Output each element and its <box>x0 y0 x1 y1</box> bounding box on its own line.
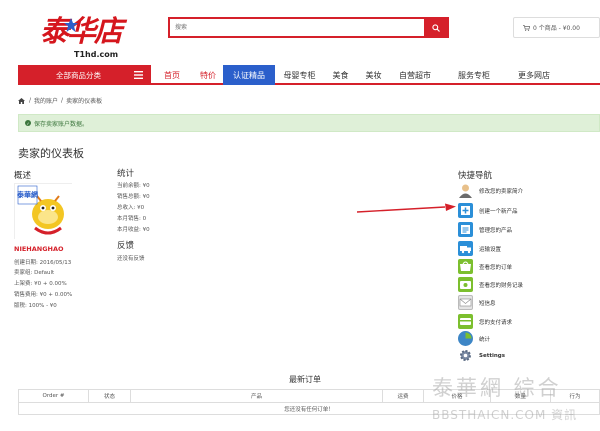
finance-icon <box>458 277 473 292</box>
stat-total-sales: 销售总额: ¥0 <box>117 194 150 200</box>
quick-nav-label: 您的支付请求 <box>479 319 513 326</box>
stat-month-sales: 本月销售: 0 <box>117 216 147 222</box>
payment-icon <box>458 314 473 329</box>
nav-item-mother-baby[interactable]: 母婴专柜 <box>275 65 324 85</box>
settings-icon <box>458 348 473 363</box>
nav-item-home[interactable]: 首页 <box>151 65 193 85</box>
quick-nav-stats[interactable]: 统计 <box>458 331 490 346</box>
check-circle-icon: ✓ <box>25 120 31 126</box>
quick-nav-label: 查看您的订单 <box>479 264 513 271</box>
stats-icon <box>458 331 473 346</box>
quick-nav-manage-products[interactable]: 管理您的产品 <box>458 222 512 237</box>
quick-nav-messages[interactable]: 短信息 <box>458 295 496 310</box>
watermark-cn: 泰華網 綜合 <box>432 376 562 400</box>
all-categories-button[interactable]: 全部商品分类 <box>18 65 151 85</box>
manage-products-icon <box>458 222 473 237</box>
cart-icon <box>523 24 530 31</box>
overview-heading: 概述 <box>14 171 32 181</box>
all-categories-label: 全部商品分类 <box>56 70 101 80</box>
shipping-icon <box>458 241 473 256</box>
search-input[interactable] <box>170 19 426 36</box>
quick-nav-label: Settings <box>479 352 505 359</box>
page-title: 卖家的仪表板 <box>18 147 84 160</box>
col-shipping[interactable]: 运费 <box>383 390 424 402</box>
nav-item-more-shops[interactable]: 更多网店 <box>508 65 560 85</box>
nav-item-supermarket[interactable]: 自营超市 <box>390 65 440 85</box>
pointer-arrow <box>357 203 456 213</box>
stats-heading: 统计 <box>117 169 135 179</box>
seller-name: NIEHANGHAO <box>14 245 64 253</box>
stat-total-income: 总收入: ¥0 <box>117 205 145 211</box>
search-icon <box>431 23 440 32</box>
nav-item-certified[interactable]: 认证精品 <box>223 65 275 85</box>
menu-icon <box>134 71 143 79</box>
col-status[interactable]: 状态 <box>89 390 131 402</box>
info-royalty: 版税: 100% - ¥0 <box>14 303 57 309</box>
quick-nav-finance[interactable]: 查看您的财务记录 <box>458 277 523 292</box>
seller-avatar: 泰華網 <box>14 183 73 240</box>
quick-nav-label: 查看您的财务记录 <box>479 282 524 289</box>
orders-icon <box>458 259 473 274</box>
quick-nav-settings[interactable]: Settings <box>458 348 505 363</box>
quick-nav-seller-profile[interactable]: 修改您的卖家简介 <box>458 183 523 198</box>
new-product-icon <box>458 203 473 218</box>
nav-item-beauty[interactable]: 美妆 <box>357 65 390 85</box>
info-listing-fee: 上架费: ¥0 + 0.00% <box>14 281 67 287</box>
mail-icon <box>458 295 473 310</box>
home-icon[interactable] <box>18 97 25 104</box>
logo-domain: T1hd.com <box>74 50 119 59</box>
site-logo[interactable]: 泰华店 T1hd.com <box>40 14 135 60</box>
quick-nav-label: 创建一个新产品 <box>479 208 518 215</box>
breadcrumb-account[interactable]: 我的账户 <box>34 96 58 105</box>
dragon-mascot-icon: 泰華網 <box>15 184 73 240</box>
nav-item-food[interactable]: 美食 <box>324 65 357 85</box>
info-seller-group: 卖家组: Default <box>14 270 55 276</box>
col-order-number[interactable]: Order # <box>19 390 89 402</box>
cart-button[interactable]: 0 个商品 - ¥0.00 <box>513 17 600 38</box>
info-created: 创建日期: 2016/05/13 <box>14 260 72 266</box>
breadcrumb-dashboard[interactable]: 卖家的仪表板 <box>66 96 102 105</box>
quick-nav-new-product[interactable]: 创建一个新产品 <box>458 203 518 218</box>
quick-nav-label: 统计 <box>479 336 491 343</box>
avatar-logo-text: 泰華網 <box>16 190 38 199</box>
quick-nav-label: 短信息 <box>479 300 496 307</box>
nav-item-specials[interactable]: 特价 <box>193 65 223 85</box>
quick-nav-label: 运输设置 <box>479 246 502 253</box>
info-sales-fee: 销售费用: ¥0 + 0.00% <box>14 292 73 298</box>
latest-orders-title: 最新订单 <box>289 375 321 384</box>
stat-month-earnings: 本月收益: ¥0 <box>117 227 150 233</box>
quick-nav-label: 修改您的卖家简介 <box>479 188 524 195</box>
quick-nav-heading: 快捷导航 <box>458 171 493 181</box>
search-box <box>168 17 449 38</box>
cart-summary: 0 个商品 - ¥0.00 <box>533 25 580 32</box>
success-alert: ✓ 保存卖家账户数据。 <box>18 114 600 132</box>
quick-nav-payment-requests[interactable]: 您的支付请求 <box>458 314 512 329</box>
watermark-en: BBSTHAICN.COM 資訊 <box>432 408 578 422</box>
watermark: 泰華網 綜合 BBSTHAICN.COM 資訊 <box>432 372 600 427</box>
seller-profile-icon <box>458 183 473 198</box>
quick-nav-shipping[interactable]: 运输设置 <box>458 241 501 256</box>
stat-balance: 当前余额: ¥0 <box>117 183 150 189</box>
main-nav: 全部商品分类 首页 特价 认证精品 母婴专柜 美食 美妆 自营超市 服务专柜 更… <box>18 65 600 85</box>
feedback-text: 还没有反馈 <box>117 256 145 262</box>
alert-text: 保存卖家账户数据。 <box>34 120 89 128</box>
breadcrumb: / 我的账户 / 卖家的仪表板 <box>18 96 105 105</box>
col-product[interactable]: 产品 <box>131 390 383 402</box>
quick-nav-label: 管理您的产品 <box>479 227 513 234</box>
quick-nav-orders[interactable]: 查看您的订单 <box>458 259 512 274</box>
feedback-heading: 反馈 <box>117 241 135 251</box>
logo-star-icon <box>64 18 78 32</box>
logo-text: 泰华店 <box>40 14 123 48</box>
search-button[interactable] <box>424 19 447 36</box>
nav-item-services[interactable]: 服务专柜 <box>440 65 508 85</box>
